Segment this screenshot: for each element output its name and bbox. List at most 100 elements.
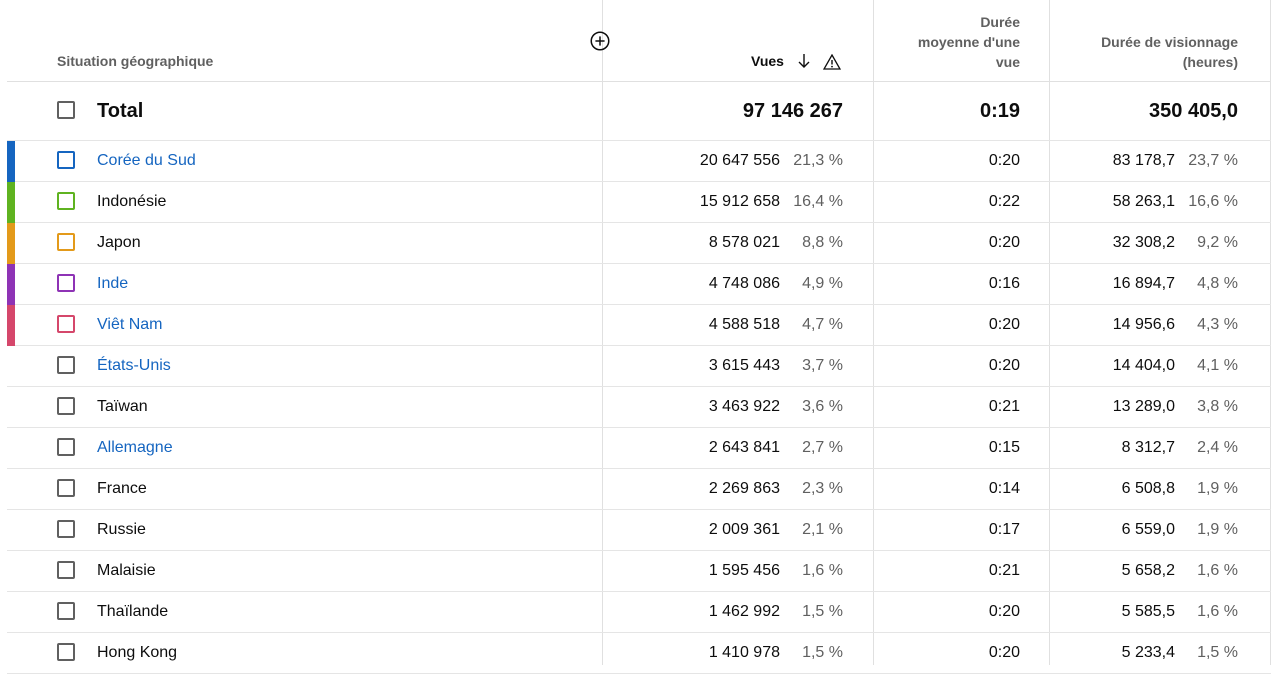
watch-time-value: 58 263,1	[1112, 193, 1175, 210]
table-row[interactable]: Russie 2 009 361 2,1 % 0:17 6 559,0 1,9 %	[7, 510, 1271, 551]
country-name: Hong Kong	[97, 644, 178, 661]
average-duration-value: 0:20	[988, 603, 1020, 620]
watch-time-percent: 2,4 %	[1197, 439, 1238, 456]
row-checkbox[interactable]	[57, 479, 75, 497]
views-value: 2 009 361	[708, 521, 780, 538]
average-duration-value: 0:20	[988, 316, 1020, 333]
watch-time-percent: 4,8 %	[1197, 275, 1238, 292]
views-percent: 2,7 %	[802, 439, 843, 456]
series-color-bar	[7, 469, 15, 510]
row-checkbox[interactable]	[57, 356, 75, 374]
views-value: 2 643 841	[708, 439, 780, 456]
row-checkbox[interactable]	[57, 233, 75, 251]
series-color-bar	[7, 223, 15, 264]
watch-time-percent: 9,2 %	[1197, 234, 1238, 251]
views-percent: 3,7 %	[802, 357, 843, 374]
table-row[interactable]: Hong Kong 1 410 978 1,5 % 0:20 5 233,4 1,5 %	[7, 633, 1271, 674]
add-column-icon[interactable]	[590, 31, 610, 51]
watch-time-percent: 1,9 %	[1197, 521, 1238, 538]
row-checkbox[interactable]	[57, 274, 75, 292]
average-duration-value: 0:16	[988, 275, 1020, 292]
row-checkbox[interactable]	[57, 315, 75, 333]
table-row[interactable]: Indonésie 15 912 658 16,4 % 0:22 58 263,1 16,…	[7, 182, 1271, 223]
country-name[interactable]: Inde	[97, 275, 128, 293]
table-row[interactable]: Allemagne 2 643 841 2,7 % 0:15 8 312,7 2,4 %	[7, 428, 1271, 469]
watch-time-percent: 16,6 %	[1188, 193, 1238, 210]
average-duration-value: 0:20	[988, 234, 1020, 251]
series-color-bar	[7, 428, 15, 469]
series-color-bar	[7, 182, 15, 223]
watch-time-percent: 1,6 %	[1197, 562, 1238, 579]
row-checkbox[interactable]	[57, 397, 75, 415]
views-percent: 4,9 %	[802, 275, 843, 292]
country-name[interactable]: Viêt Nam	[97, 316, 163, 334]
watch-time-percent: 23,7 %	[1188, 152, 1238, 169]
row-checkbox[interactable]	[57, 438, 75, 456]
table-row[interactable]: Inde 4 748 086 4,9 % 0:16 16 894,7 4,8 %	[7, 264, 1271, 305]
table-row[interactable]: États-Unis 3 615 443 3,7 % 0:20 14 404,0 4,1 …	[7, 346, 1271, 387]
watch-time-value: 5 658,2	[1121, 562, 1175, 579]
country-name: Indonésie	[97, 193, 167, 210]
views-percent: 1,5 %	[802, 603, 843, 620]
watch-time-value: 8 312,7	[1121, 439, 1175, 456]
total-average-duration: 0:19	[979, 100, 1020, 122]
total-checkbox[interactable]	[57, 101, 75, 119]
country-name[interactable]: Allemagne	[97, 439, 173, 457]
average-duration-value: 0:21	[988, 562, 1020, 579]
table-row[interactable]: Japon 8 578 021 8,8 % 0:20 32 308,2 9,2 %	[7, 223, 1271, 264]
series-color-bar	[7, 633, 15, 674]
views-percent: 4,7 %	[802, 316, 843, 333]
column-header-watch-time[interactable]: Durée de visionnage (heures)	[1050, 32, 1238, 72]
table-row[interactable]: Thaïlande 1 462 992 1,5 % 0:20 5 585,5 1,6 %	[7, 592, 1271, 633]
country-name: Japon	[97, 234, 141, 251]
average-duration-value: 0:20	[988, 644, 1020, 661]
country-name: France	[97, 480, 147, 497]
row-checkbox[interactable]	[57, 561, 75, 579]
table-row[interactable]: Taïwan 3 463 922 3,6 % 0:21 13 289,0 3,8 %	[7, 387, 1271, 428]
views-percent: 3,6 %	[802, 398, 843, 415]
watch-time-percent: 1,9 %	[1197, 480, 1238, 497]
table-row[interactable]: Viêt Nam 4 588 518 4,7 % 0:20 14 956,6 4,3 %	[7, 305, 1271, 346]
country-name[interactable]: États-Unis	[97, 357, 171, 375]
row-checkbox[interactable]	[57, 520, 75, 538]
views-value: 8 578 021	[708, 234, 780, 251]
views-percent: 1,6 %	[802, 562, 843, 579]
views-value: 1 410 978	[708, 644, 780, 661]
series-color-bar	[7, 141, 15, 182]
total-views: 97 146 267	[742, 100, 843, 122]
country-name[interactable]: Corée du Sud	[97, 152, 196, 170]
series-color-bar	[7, 510, 15, 551]
views-value: 2 269 863	[708, 480, 780, 497]
warning-icon[interactable]	[823, 54, 841, 70]
table-row[interactable]: Malaisie 1 595 456 1,6 % 0:21 5 658,2 1,6 %	[7, 551, 1271, 592]
sort-descending-icon[interactable]	[797, 53, 811, 69]
total-watch-time: 350 405,0	[1149, 100, 1238, 122]
views-percent: 16,4 %	[793, 193, 843, 210]
country-name: Malaisie	[97, 562, 156, 579]
average-duration-value: 0:20	[988, 357, 1020, 374]
watch-time-percent: 3,8 %	[1197, 398, 1238, 415]
average-duration-value: 0:21	[988, 398, 1020, 415]
watch-time-value: 16 894,7	[1112, 275, 1175, 292]
row-checkbox[interactable]	[57, 643, 75, 661]
views-percent: 8,8 %	[802, 234, 843, 251]
views-percent: 21,3 %	[793, 152, 843, 169]
views-value: 1 462 992	[708, 603, 780, 620]
row-checkbox[interactable]	[57, 602, 75, 620]
views-value: 4 748 086	[708, 275, 780, 292]
column-header-geography[interactable]: Situation géographique	[57, 53, 213, 69]
series-color-bar	[7, 346, 15, 387]
table-header: Situation géographique Vues Durée moyenn…	[7, 0, 1271, 82]
table-row[interactable]: Corée du Sud 20 647 556 21,3 % 0:20 83 178,7…	[7, 141, 1271, 182]
series-color-bar	[7, 551, 15, 592]
views-percent: 2,1 %	[802, 521, 843, 538]
column-header-views[interactable]: Vues	[751, 53, 784, 69]
watch-time-value: 5 585,5	[1121, 603, 1175, 620]
table-row[interactable]: France 2 269 863 2,3 % 0:14 6 508,8 1,9 %	[7, 469, 1271, 510]
views-value: 3 615 443	[708, 357, 780, 374]
views-percent: 1,5 %	[802, 644, 843, 661]
column-header-average-view-duration[interactable]: Durée moyenne d'une vue	[874, 12, 1020, 72]
row-checkbox[interactable]	[57, 192, 75, 210]
row-checkbox[interactable]	[57, 151, 75, 169]
watch-time-value: 32 308,2	[1112, 234, 1175, 251]
